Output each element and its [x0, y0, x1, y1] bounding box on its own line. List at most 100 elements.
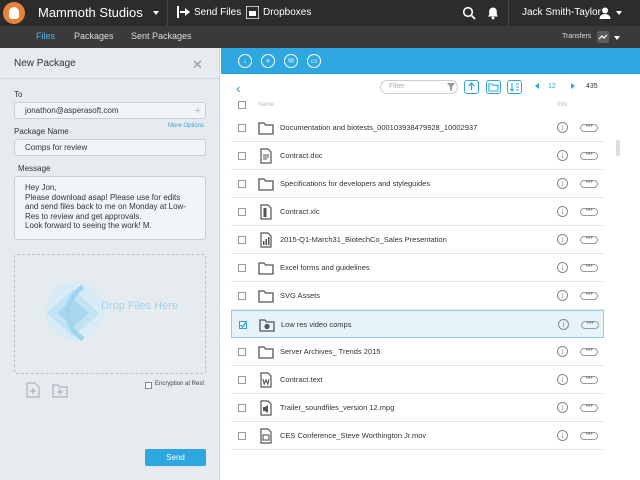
send-package-icon[interactable]: ✉: [284, 54, 298, 68]
file-name[interactable]: Contract.doc: [280, 151, 323, 160]
row-checkbox[interactable]: [239, 321, 247, 329]
select-all-checkbox[interactable]: [238, 101, 246, 109]
app-title[interactable]: Mammoth Studios: [38, 5, 143, 20]
file-name[interactable]: Low res video comps: [281, 320, 351, 329]
encryption-checkbox[interactable]: [145, 382, 152, 389]
file-row[interactable]: Contract.text i •••: [231, 366, 604, 394]
file-name[interactable]: Server Archives_ Trends 2015: [280, 347, 380, 356]
more-actions-icon[interactable]: •••: [580, 403, 598, 412]
user-avatar-icon[interactable]: [598, 6, 612, 20]
file-name[interactable]: Excel forms and guidelines: [280, 263, 370, 272]
row-checkbox[interactable]: [238, 124, 246, 132]
back-chevron-icon[interactable]: ‹: [236, 80, 241, 96]
info-icon[interactable]: i: [558, 319, 569, 330]
row-checkbox[interactable]: [238, 376, 246, 384]
file-name[interactable]: Contract.xlc: [280, 207, 320, 216]
file-row[interactable]: Trailer_soundfiles_version 12.mpg i •••: [231, 394, 604, 422]
info-icon[interactable]: i: [557, 430, 568, 441]
info-icon[interactable]: i: [557, 122, 568, 133]
user-name[interactable]: Jack Smith-Taylor: [522, 7, 601, 18]
sort-button[interactable]: [507, 80, 522, 94]
mammoth-logo-icon[interactable]: [3, 2, 25, 24]
file-name[interactable]: Specifications for developers and styleg…: [280, 179, 430, 188]
file-row[interactable]: Low res video comps i •••: [231, 310, 604, 338]
to-field[interactable]: jonathon@asperasoft.com +: [14, 102, 206, 119]
file-name[interactable]: SVG Assets: [280, 291, 320, 300]
notifications-bell-icon[interactable]: [486, 6, 500, 20]
info-icon[interactable]: i: [557, 374, 568, 385]
search-icon[interactable]: [462, 6, 476, 20]
file-name[interactable]: CES Conference_Steve Worthington Jr.mov: [280, 431, 426, 440]
close-icon[interactable]: ✕: [192, 57, 203, 73]
more-actions-icon[interactable]: •••: [580, 431, 598, 440]
info-icon[interactable]: i: [557, 290, 568, 301]
file-name[interactable]: Documentation and biotests_0001039384799…: [280, 123, 477, 132]
more-actions-icon[interactable]: •••: [580, 291, 598, 300]
tab-files[interactable]: Files: [36, 31, 55, 41]
more-actions-icon[interactable]: •••: [580, 263, 598, 272]
transfers-chevron-down-icon[interactable]: [614, 36, 620, 40]
row-checkbox[interactable]: [238, 236, 246, 244]
delete-icon[interactable]: ▭: [307, 54, 321, 68]
dropboxes-button[interactable]: Dropboxes: [246, 6, 311, 19]
more-actions-icon[interactable]: •••: [580, 123, 598, 132]
file-name[interactable]: 2015-Q1-March31_BiotechCo_Sales Presenta…: [280, 235, 447, 244]
row-checkbox[interactable]: [238, 152, 246, 160]
file-row[interactable]: Contract.doc i •••: [231, 142, 604, 170]
row-checkbox[interactable]: [238, 292, 246, 300]
more-actions-icon[interactable]: •••: [581, 320, 599, 329]
row-checkbox[interactable]: [238, 348, 246, 356]
tab-packages[interactable]: Packages: [74, 31, 114, 41]
info-icon[interactable]: i: [557, 206, 568, 217]
prev-page-icon[interactable]: [535, 83, 539, 89]
scrollbar-thumb[interactable]: [616, 140, 620, 156]
add-recipient-icon[interactable]: +: [195, 105, 201, 117]
user-menu-chevron-down-icon[interactable]: [616, 11, 622, 15]
file-row[interactable]: CES Conference_Steve Worthington Jr.mov i…: [231, 422, 604, 450]
transfers-toggle-button[interactable]: [597, 31, 609, 43]
info-icon[interactable]: i: [557, 150, 568, 161]
file-row[interactable]: Documentation and biotests_0001039384799…: [231, 114, 604, 142]
column-header-name[interactable]: Name: [258, 102, 274, 108]
download-icon[interactable]: ↓: [238, 54, 252, 68]
more-actions-icon[interactable]: •••: [580, 207, 598, 216]
workspace-chevron-down-icon[interactable]: [153, 11, 159, 15]
send-files-button[interactable]: Send Files: [177, 6, 241, 18]
file-row[interactable]: Contract.xlc i •••: [231, 198, 604, 226]
more-actions-icon[interactable]: •••: [580, 347, 598, 356]
info-icon[interactable]: i: [557, 262, 568, 273]
transfers-label[interactable]: Transfers: [562, 33, 591, 40]
next-page-icon[interactable]: [571, 83, 575, 89]
upload-button[interactable]: [464, 80, 479, 94]
new-folder-button[interactable]: [486, 80, 501, 94]
file-name[interactable]: Trailer_soundfiles_version 12.mpg: [280, 403, 394, 412]
row-checkbox[interactable]: [238, 208, 246, 216]
file-row[interactable]: SVG Assets i •••: [231, 282, 604, 310]
more-actions-icon[interactable]: •••: [580, 375, 598, 384]
send-button[interactable]: Send: [145, 449, 206, 466]
more-options-link[interactable]: More Options: [168, 123, 204, 129]
file-row[interactable]: 2015-Q1-March31_BiotechCo_Sales Presenta…: [231, 226, 604, 254]
info-icon[interactable]: i: [557, 402, 568, 413]
row-checkbox[interactable]: [238, 404, 246, 412]
package-name-field[interactable]: Comps for review: [14, 139, 206, 156]
share-icon[interactable]: ⋄: [261, 54, 275, 68]
row-checkbox[interactable]: [238, 432, 246, 440]
filter-funnel-icon[interactable]: [447, 83, 455, 91]
add-folder-icon[interactable]: [52, 382, 68, 398]
row-checkbox[interactable]: [238, 180, 246, 188]
page-number[interactable]: 12: [548, 83, 556, 90]
message-field[interactable]: Hey Jon, Please download asap! Please us…: [14, 176, 206, 240]
more-actions-icon[interactable]: •••: [580, 179, 598, 188]
row-checkbox[interactable]: [238, 264, 246, 272]
more-actions-icon[interactable]: •••: [580, 151, 598, 160]
add-file-icon[interactable]: [25, 382, 41, 398]
info-icon[interactable]: i: [557, 234, 568, 245]
info-icon[interactable]: i: [557, 346, 568, 357]
tab-sent-packages[interactable]: Sent Packages: [131, 31, 192, 41]
file-row[interactable]: Excel forms and guidelines i •••: [231, 254, 604, 282]
info-icon[interactable]: i: [557, 178, 568, 189]
drop-files-zone[interactable]: Drop Files Here: [14, 254, 206, 374]
more-actions-icon[interactable]: •••: [580, 235, 598, 244]
file-name[interactable]: Contract.text: [280, 375, 323, 384]
